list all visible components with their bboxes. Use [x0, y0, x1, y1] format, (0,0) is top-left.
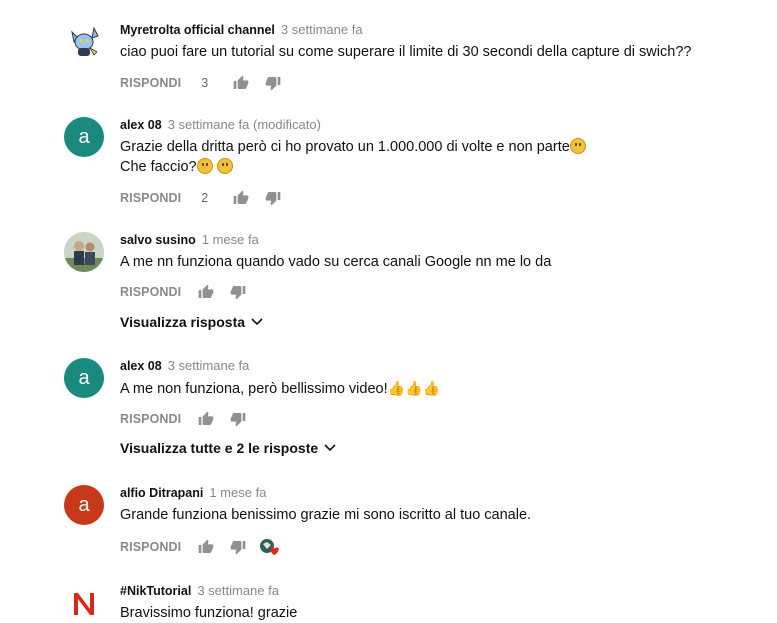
- comment-actions: RISPONDI: [120, 409, 247, 429]
- comment-header: Myretrolta official channel 3 settimane f…: [120, 22, 363, 37]
- comment-time[interactable]: 1 mese fa: [209, 485, 266, 500]
- comment-time[interactable]: 3 settimane fa: [197, 583, 279, 598]
- comment-header: salvo susino 1 mese fa: [120, 232, 259, 247]
- comment-header: alex 08 3 settimane fa (modificato): [120, 117, 321, 132]
- avatar[interactable]: a: [64, 485, 104, 525]
- view-replies-button[interactable]: Visualizza risposta: [120, 314, 263, 330]
- avatar-letter: a: [78, 493, 90, 516]
- avatar[interactable]: a: [64, 358, 104, 398]
- comment-header: #NikTutorial 3 settimane fa: [120, 583, 279, 598]
- slight-smile-emoji-icon: [569, 138, 586, 154]
- like-count: 3: [201, 76, 209, 90]
- author-name[interactable]: alex 08: [120, 359, 162, 373]
- thumbs-up-icon[interactable]: [232, 190, 250, 206]
- thumbs-up-emoji-icon: 👍: [405, 380, 423, 396]
- thumbs-up-icon[interactable]: [197, 539, 215, 555]
- comment-header: alfio Ditrapani 1 mese fa: [120, 485, 266, 500]
- comment-text: Grande funziona benissimo grazie mi sono…: [120, 507, 532, 523]
- comment-time[interactable]: 1 mese fa: [202, 232, 259, 247]
- comment-text: A me nn funziona quando vado su cerca ca…: [120, 254, 552, 270]
- reply-button[interactable]: RISPONDI: [120, 76, 181, 90]
- thumbs-up-emoji-icon: 👍: [422, 380, 440, 396]
- reply-button[interactable]: RISPONDI: [120, 412, 181, 426]
- avatar-letter: a: [78, 366, 90, 389]
- thumbs-up-icon[interactable]: [232, 75, 250, 91]
- thumbs-up-icon[interactable]: [197, 411, 215, 427]
- view-replies-label: Visualizza risposta: [120, 314, 246, 330]
- thumbs-up-emoji-icon: 👍: [387, 380, 406, 396]
- thumbs-down-icon[interactable]: [264, 190, 282, 206]
- avatar[interactable]: [64, 583, 104, 623]
- thumbs-down-icon[interactable]: [229, 539, 247, 555]
- avatar[interactable]: [64, 232, 104, 272]
- thumbs-down-icon[interactable]: [229, 284, 247, 300]
- no-mouth-emoji-icon: [196, 158, 213, 174]
- no-mouth-emoji-icon: [216, 158, 233, 174]
- chevron-down-icon: [324, 444, 336, 452]
- author-name[interactable]: alex 08: [120, 118, 162, 132]
- reply-button[interactable]: RISPONDI: [120, 285, 181, 299]
- view-replies-label: Visualizza tutte e 2 le risposte: [120, 440, 319, 456]
- author-name[interactable]: #NikTutorial: [120, 584, 191, 598]
- thumbs-down-icon[interactable]: [264, 75, 282, 91]
- like-count: 2: [201, 191, 209, 205]
- thumbs-down-icon[interactable]: [229, 411, 247, 427]
- avatar[interactable]: a: [64, 117, 104, 157]
- comment-text: A me non funziona, però bellissimo video…: [120, 378, 440, 399]
- pokemon-avatar-icon: [64, 22, 104, 62]
- comment-header: alex 08 3 settimane fa: [120, 358, 249, 373]
- thumbs-up-icon[interactable]: [197, 284, 215, 300]
- comment-text-line: Che faccio?: [120, 159, 197, 175]
- comment-time[interactable]: 3 settimane fa (modificato): [168, 117, 321, 132]
- author-name[interactable]: alfio Ditrapani: [120, 486, 203, 500]
- chevron-down-icon: [251, 318, 263, 326]
- view-replies-button[interactable]: Visualizza tutte e 2 le risposte: [120, 440, 336, 456]
- reply-button[interactable]: RISPONDI: [120, 191, 181, 205]
- author-name[interactable]: Myretrolta official channel: [120, 23, 275, 37]
- comment-time[interactable]: 3 settimane fa: [281, 22, 363, 37]
- creator-heart-icon: [259, 538, 281, 556]
- photo-avatar-icon: [64, 232, 104, 272]
- comment-text: Bravissimo funziona! grazie: [120, 605, 298, 621]
- comment-actions: RISPONDI: [120, 282, 247, 302]
- comment-actions: RISPONDI: [120, 537, 281, 557]
- comment-text: Grazie della dritta però ci ho provato u…: [120, 137, 586, 177]
- comment-time[interactable]: 3 settimane fa: [168, 358, 250, 373]
- comment-actions: RISPONDI 3: [120, 73, 282, 93]
- avatar-letter: a: [78, 125, 90, 148]
- reply-button[interactable]: RISPONDI: [120, 540, 181, 554]
- comment-actions: RISPONDI 2: [120, 188, 282, 208]
- niktutorial-logo-icon: [64, 583, 104, 623]
- avatar[interactable]: [64, 22, 104, 62]
- comment-text-line: Grazie della dritta però ci ho provato u…: [120, 139, 570, 155]
- author-name[interactable]: salvo susino: [120, 233, 196, 247]
- comment-text-line: A me non funziona, però bellissimo video…: [120, 381, 388, 397]
- comment-text: ciao puoi fare un tutorial su come super…: [120, 44, 692, 60]
